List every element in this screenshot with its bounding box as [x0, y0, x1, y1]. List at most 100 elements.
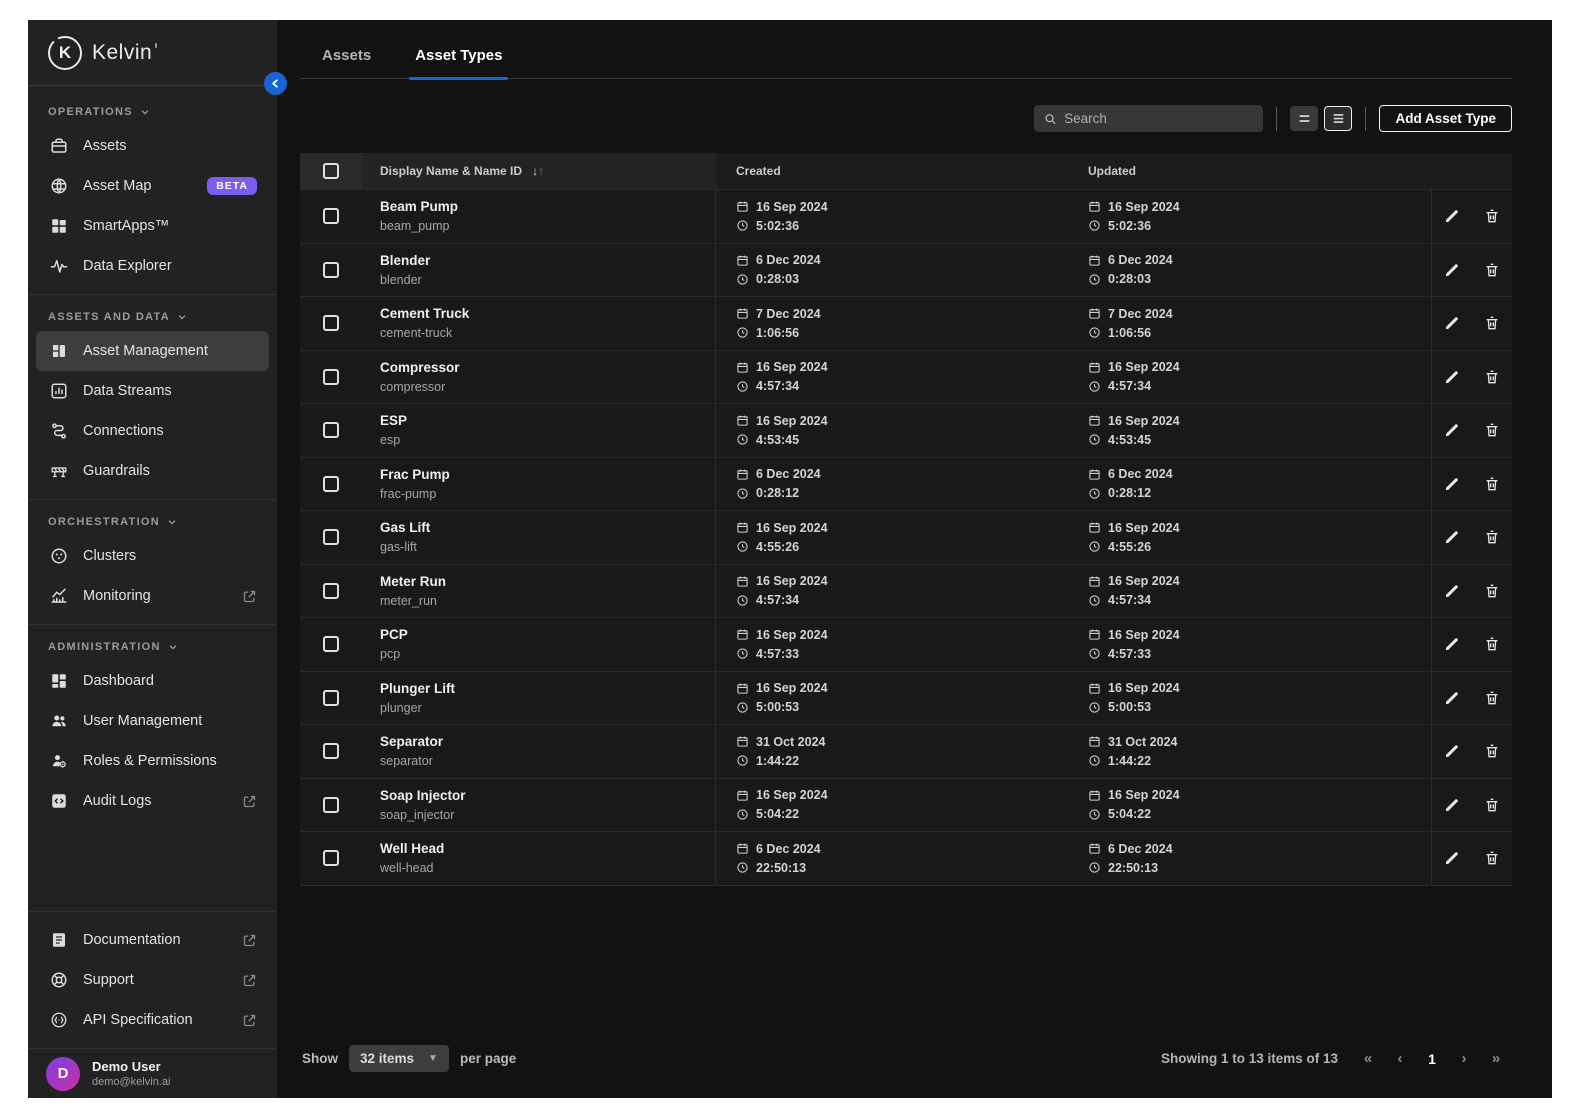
section-header-operations[interactable]: OPERATIONS — [28, 96, 277, 126]
delete-button[interactable] — [1484, 690, 1500, 706]
row-checkbox[interactable] — [323, 583, 339, 599]
edit-button[interactable] — [1444, 208, 1460, 224]
sidebar-item-assets[interactable]: Assets — [36, 126, 269, 166]
sidebar-item-monitoring[interactable]: Monitoring — [36, 576, 269, 616]
compact-view-button[interactable] — [1324, 106, 1352, 131]
row-checkbox[interactable] — [323, 422, 339, 438]
delete-button[interactable] — [1484, 315, 1500, 331]
sidebar-item-asset-map[interactable]: Asset Map BETA — [36, 166, 269, 206]
edit-button[interactable] — [1444, 743, 1460, 759]
column-header-updated[interactable]: Updated — [1068, 153, 1432, 189]
delete-button[interactable] — [1484, 422, 1500, 438]
user-profile[interactable]: D Demo User demo@kelvin.ai — [28, 1048, 277, 1098]
edit-button[interactable] — [1444, 369, 1460, 385]
edit-button[interactable] — [1444, 636, 1460, 652]
row-checkbox-cell — [300, 565, 362, 618]
clock-icon — [736, 273, 749, 286]
page-size-dropdown[interactable]: 32 items ▼ — [349, 1045, 449, 1072]
row-checkbox[interactable] — [323, 315, 339, 331]
asset-type-display-name: Separator — [380, 734, 715, 749]
sidebar-item-connections[interactable]: Connections — [36, 411, 269, 451]
row-checkbox[interactable] — [323, 529, 339, 545]
edit-button[interactable] — [1444, 797, 1460, 813]
section-header-orchestration[interactable]: ORCHESTRATION — [28, 506, 277, 536]
section-header-assets-and-data[interactable]: ASSETS AND DATA — [28, 301, 277, 331]
add-asset-type-button[interactable]: Add Asset Type — [1379, 105, 1512, 132]
sidebar-item-documentation[interactable]: Documentation — [36, 920, 269, 960]
sidebar-item-label: API Specification — [83, 1012, 193, 1028]
asset-type-name-id: esp — [380, 433, 715, 447]
users-icon — [50, 712, 68, 730]
delete-button[interactable] — [1484, 476, 1500, 492]
edit-button[interactable] — [1444, 476, 1460, 492]
next-page-button[interactable]: › — [1448, 1050, 1480, 1067]
edit-button[interactable] — [1444, 422, 1460, 438]
tab-asset-types[interactable]: Asset Types — [415, 47, 502, 78]
created-cell: 16 Sep 2024 4:57:33 — [716, 618, 1068, 671]
row-checkbox[interactable] — [323, 690, 339, 706]
edit-button[interactable] — [1444, 262, 1460, 278]
pencil-icon — [1444, 422, 1460, 438]
updated-time: 1:06:56 — [1108, 326, 1151, 340]
trash-icon — [1484, 690, 1500, 706]
last-page-button[interactable]: » — [1480, 1050, 1512, 1067]
sidebar-item-dashboard[interactable]: Dashboard — [36, 661, 269, 701]
sidebar-item-user-management[interactable]: User Management — [36, 701, 269, 741]
chevron-down-icon — [140, 107, 150, 117]
delete-button[interactable] — [1484, 797, 1500, 813]
row-checkbox[interactable] — [323, 262, 339, 278]
delete-button[interactable] — [1484, 583, 1500, 599]
sidebar-item-audit-logs[interactable]: Audit Logs — [36, 781, 269, 821]
row-checkbox[interactable] — [323, 797, 339, 813]
delete-button[interactable] — [1484, 208, 1500, 224]
sidebar-item-roles-permissions[interactable]: Roles & Permissions — [36, 741, 269, 781]
sidebar-item-label: Data Explorer — [83, 258, 172, 274]
sidebar-item-api-specification[interactable]: API Specification — [36, 1000, 269, 1040]
sidebar-collapse-button[interactable] — [264, 72, 287, 95]
delete-button[interactable] — [1484, 743, 1500, 759]
delete-button[interactable] — [1484, 529, 1500, 545]
row-checkbox[interactable] — [323, 476, 339, 492]
sidebar-item-asset-management[interactable]: Asset Management — [36, 331, 269, 371]
sidebar-item-data-streams[interactable]: Data Streams — [36, 371, 269, 411]
select-all-checkbox[interactable] — [323, 163, 339, 179]
row-checkbox[interactable] — [323, 369, 339, 385]
row-checkbox[interactable] — [323, 850, 339, 866]
delete-button[interactable] — [1484, 850, 1500, 866]
comfortable-view-button[interactable] — [1290, 106, 1318, 131]
first-page-button[interactable]: « — [1352, 1050, 1384, 1067]
row-checkbox[interactable] — [323, 743, 339, 759]
sidebar-item-clusters[interactable]: Clusters — [36, 536, 269, 576]
tab-assets[interactable]: Assets — [322, 47, 371, 78]
section-header-administration[interactable]: ADMINISTRATION — [28, 631, 277, 661]
column-header-name[interactable]: Display Name & Name ID ↓↑ — [362, 153, 716, 189]
sidebar-item-support[interactable]: Support — [36, 960, 269, 1000]
calendar-icon — [736, 575, 749, 588]
created-date: 6 Dec 2024 — [756, 253, 821, 267]
row-checkbox-cell — [300, 672, 362, 725]
sidebar-item-smartapps[interactable]: SmartApps™ — [36, 206, 269, 246]
row-checkbox[interactable] — [323, 208, 339, 224]
column-header-created[interactable]: Created — [716, 153, 1068, 189]
previous-page-button[interactable]: ‹ — [1384, 1050, 1416, 1067]
delete-button[interactable] — [1484, 262, 1500, 278]
edit-button[interactable] — [1444, 850, 1460, 866]
trash-icon — [1484, 797, 1500, 813]
delete-button[interactable] — [1484, 636, 1500, 652]
search-box[interactable] — [1034, 105, 1263, 132]
edit-button[interactable] — [1444, 583, 1460, 599]
sort-icon[interactable]: ↓↑ — [532, 164, 544, 178]
row-checkbox-cell — [300, 779, 362, 832]
asset-type-name-id: gas-lift — [380, 540, 715, 554]
clock-icon — [1088, 540, 1101, 553]
delete-button[interactable] — [1484, 369, 1500, 385]
edit-button[interactable] — [1444, 529, 1460, 545]
row-checkbox[interactable] — [323, 636, 339, 652]
search-input[interactable] — [1064, 111, 1253, 126]
edit-button[interactable] — [1444, 690, 1460, 706]
edit-button[interactable] — [1444, 315, 1460, 331]
sidebar-item-guardrails[interactable]: Guardrails — [36, 451, 269, 491]
sidebar-item-data-explorer[interactable]: Data Explorer — [36, 246, 269, 286]
sidebar-item-label: User Management — [83, 713, 202, 729]
clock-icon — [736, 701, 749, 714]
